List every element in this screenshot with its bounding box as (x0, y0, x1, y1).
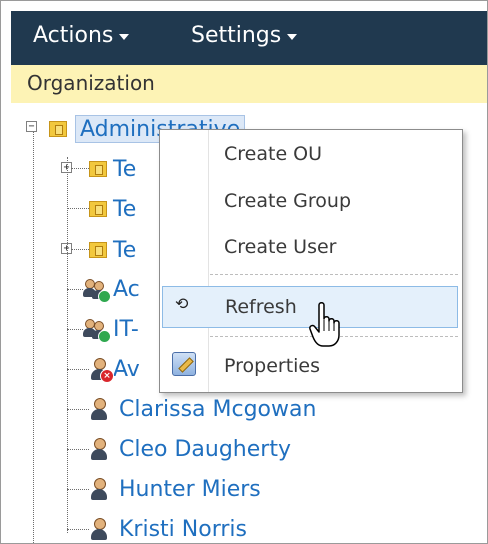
tree-item-group[interactable]: Ac (83, 273, 140, 305)
tree-connector-line (67, 289, 83, 290)
user-icon (89, 477, 109, 501)
disabled-user-icon: × (89, 357, 114, 383)
context-menu: Create OU Create Group Create User ⟲ Ref… (159, 129, 463, 393)
chevron-down-icon (119, 33, 130, 40)
organizational-unit-icon (89, 161, 107, 177)
tree-item-label: Kristi Norris (119, 516, 247, 542)
menu-item-label: Create Group (224, 190, 352, 212)
tree-item-ou[interactable]: Te (89, 234, 136, 266)
user-icon (89, 517, 109, 541)
menu-item-label: Create User (224, 236, 337, 258)
menu-item-label: Create OU (224, 143, 323, 165)
collapse-toggle[interactable]: − (26, 121, 37, 132)
tree-item-label: Cleo Daugherty (119, 436, 291, 462)
actions-menu[interactable]: Actions (33, 23, 130, 48)
menu-item-create-ou[interactable]: Create OU (162, 134, 458, 174)
tree-item-user-disabled[interactable]: × Av (89, 353, 140, 385)
top-menubar: Actions Settings (11, 11, 487, 67)
group-icon (83, 277, 111, 303)
tree-item-label: Clarissa Mcgowan (119, 396, 317, 422)
tree-item-user[interactable]: Clarissa Mcgowan (89, 393, 316, 425)
tree-item-label: Ac (113, 276, 140, 302)
refresh-icon: ⟲ (175, 294, 189, 313)
organizational-unit-icon (89, 201, 107, 217)
tree-connector-line (71, 168, 89, 169)
menu-separator (210, 274, 458, 275)
menu-item-properties[interactable]: Properties (162, 346, 458, 386)
tree-connector-line (67, 329, 83, 330)
settings-menu-label: Settings (191, 23, 282, 48)
tree-item-group[interactable]: IT- (83, 313, 139, 345)
chevron-down-icon (287, 33, 298, 40)
user-icon (89, 437, 109, 461)
hand-cursor-icon (309, 302, 340, 347)
organization-header: Organization (11, 65, 487, 103)
tree-item-user[interactable]: Kristi Norris (89, 513, 247, 543)
tree-connector-line (67, 208, 89, 209)
menu-item-create-user[interactable]: Create User (162, 227, 458, 267)
organization-label: Organization (27, 71, 155, 95)
group-icon (83, 317, 111, 343)
properties-icon (172, 352, 196, 376)
organizational-unit-icon (89, 242, 107, 258)
tree-item-ou[interactable]: Te (89, 153, 136, 185)
tree-item-label: Av (113, 356, 140, 382)
tree-item-label: Hunter Miers (119, 476, 261, 502)
tree-item-label: Te (113, 156, 137, 182)
tree-item-ou[interactable]: Te (89, 193, 136, 225)
settings-menu[interactable]: Settings (191, 23, 298, 48)
menu-item-create-group[interactable]: Create Group (162, 181, 458, 221)
tree-connector-line (67, 489, 89, 490)
tree-connector-line (71, 249, 89, 250)
menu-item-label: Properties (224, 355, 321, 377)
tree-connector-line (67, 409, 89, 410)
tree-connector-line (67, 529, 89, 530)
tree-item-label: IT- (113, 316, 139, 342)
user-icon (89, 397, 109, 421)
tree-connector-line (67, 157, 68, 533)
tree-connector-line (67, 449, 89, 450)
tree-connector-line (67, 369, 89, 370)
actions-menu-label: Actions (33, 23, 114, 48)
menu-item-label: Refresh (225, 296, 297, 318)
tree-item-label: Te (113, 196, 137, 222)
organizational-unit-icon (49, 121, 67, 137)
tree-item-user[interactable]: Cleo Daugherty (89, 433, 291, 465)
tree-item-label: Te (113, 237, 137, 263)
tree-connector-line (33, 129, 34, 543)
app-frame: Actions Settings Organization − Administ… (0, 0, 488, 544)
tree-item-user[interactable]: Hunter Miers (89, 473, 261, 505)
